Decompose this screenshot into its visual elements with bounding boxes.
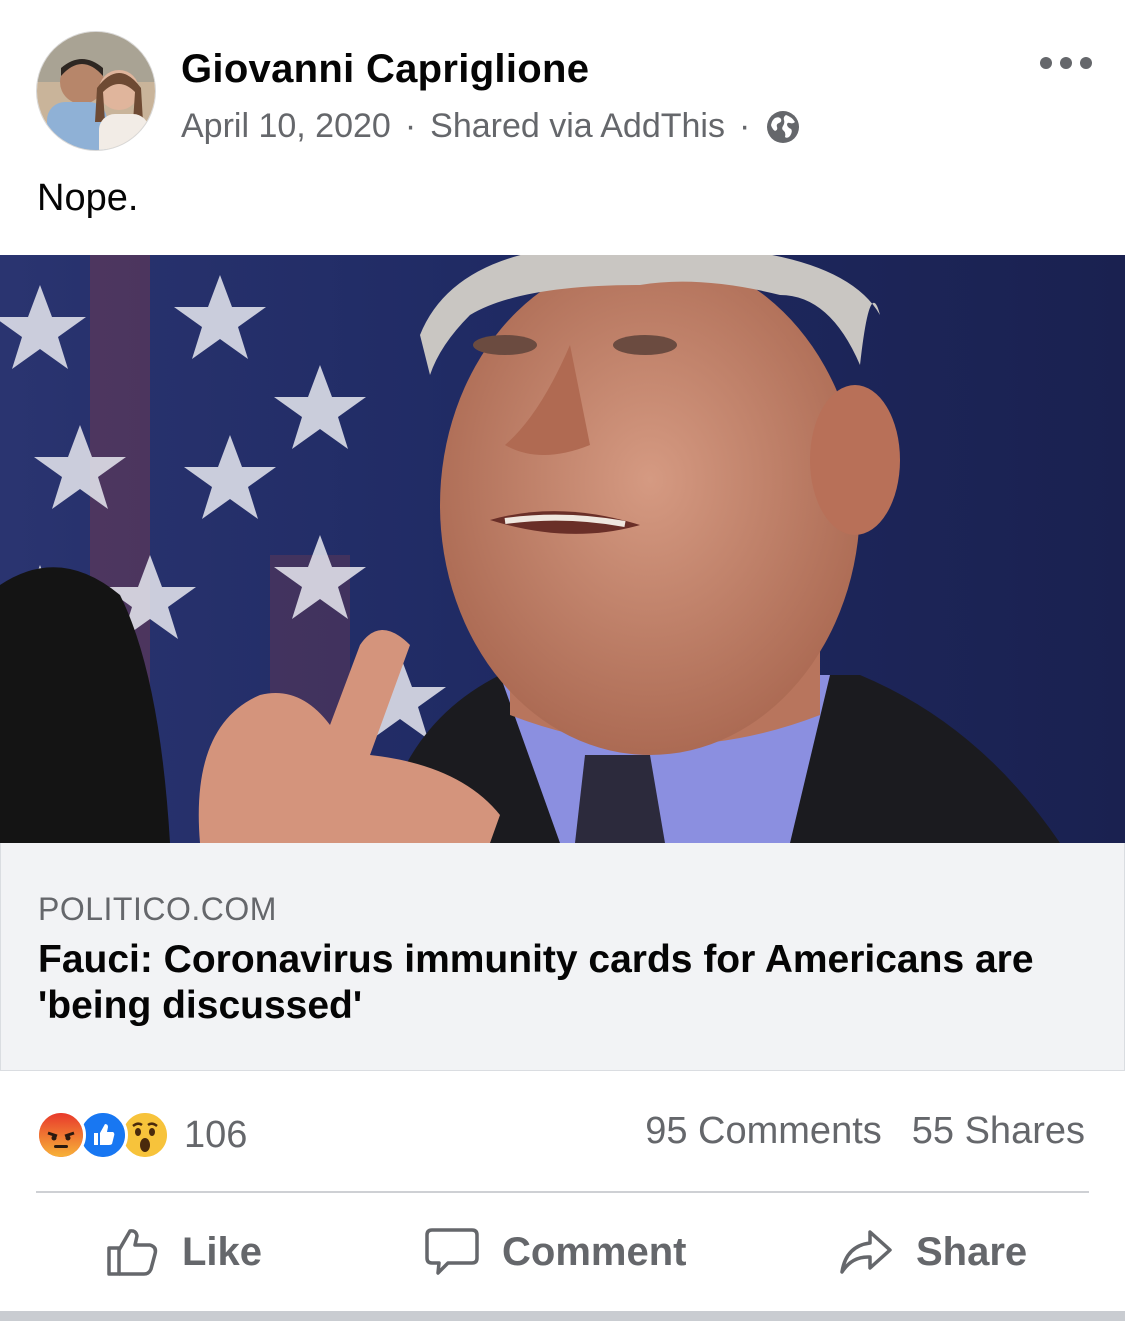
comments-count[interactable]: 95 Comments [645,1110,882,1153]
post-date[interactable]: April 10, 2020 [181,107,391,146]
link-preview-card[interactable]: POLITICO.COM Fauci: Coronavirus immunity… [0,843,1125,1071]
comment-bubble-icon [425,1228,479,1275]
more-options-icon[interactable] [1040,55,1092,71]
link-preview-image[interactable] [0,255,1125,843]
link-domain: POLITICO.COM [38,891,277,927]
meta-separator: · [404,107,417,145]
angry-reaction-icon [36,1110,86,1160]
dot [1060,57,1072,69]
dot [1080,57,1092,69]
author-avatar[interactable] [36,31,156,151]
avatar-photo [37,32,155,150]
post-text: Nope. [37,177,139,219]
shared-via[interactable]: Shared via AddThis [430,107,725,146]
comment-button[interactable]: Comment [424,1193,686,1311]
share-label: Share [916,1229,1028,1274]
thumbs-up-icon [107,1229,158,1276]
engagement-counts: 95 Comments 55 Shares [645,1110,1085,1153]
reactions-summary[interactable]: 106 [36,1109,247,1161]
post-actions: Like Comment Share [0,1193,1125,1311]
card-bottom-border [0,1311,1125,1321]
share-arrow-icon [840,1230,892,1274]
reaction-count: 106 [184,1113,248,1156]
like-label: Like [182,1229,263,1274]
post-meta: April 10, 2020 · Shared via AddThis · [181,107,800,146]
link-headline[interactable]: Fauci: Coronavirus immunity cards for Am… [38,937,1078,1029]
news-photo [0,255,1125,843]
post-stats: 106 95 Comments 55 Shares [0,1085,1125,1185]
shares-count[interactable]: 55 Shares [912,1110,1085,1153]
author-name[interactable]: Giovanni Capriglione [181,47,589,92]
globe-icon [767,110,800,143]
post-header: Giovanni Capriglione April 10, 2020 · Sh… [0,0,1125,160]
meta-separator: · [738,107,751,145]
comment-label: Comment [502,1229,687,1274]
share-button[interactable]: Share [838,1193,1027,1311]
like-button[interactable]: Like [104,1193,262,1311]
dot [1040,57,1052,69]
